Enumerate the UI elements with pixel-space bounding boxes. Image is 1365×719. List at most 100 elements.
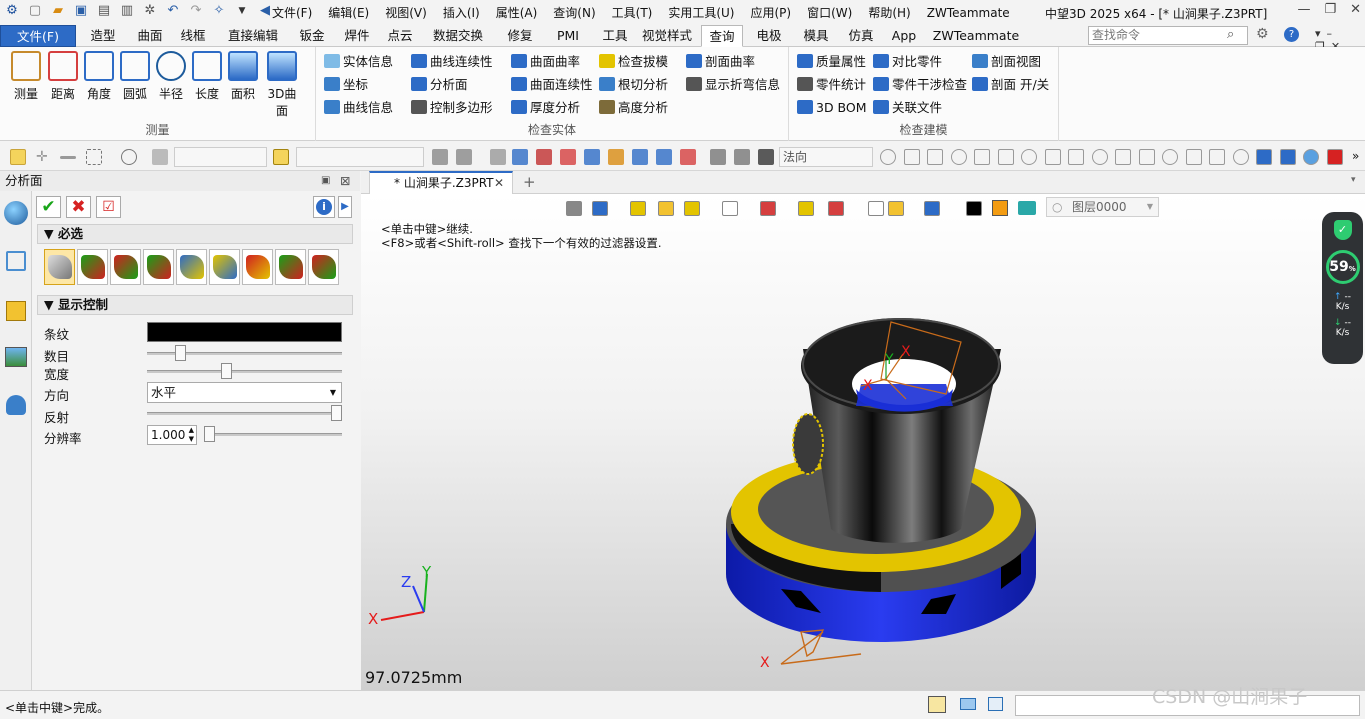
check-entity-item-8[interactable]: 厚度分析: [511, 98, 580, 118]
minus-icon[interactable]: [60, 156, 76, 159]
menu-item[interactable]: 属性(A): [488, 4, 546, 22]
analysis-type-4-button[interactable]: [176, 249, 207, 285]
check-entity-item-2[interactable]: 曲线信息: [324, 98, 393, 118]
stripe-color-swatch[interactable]: [147, 322, 342, 342]
check-entity-item-10[interactable]: 根切分析: [599, 75, 668, 95]
toolbar-tool-0-icon[interactable]: [432, 149, 448, 165]
open-file-icon[interactable]: ▰: [50, 3, 66, 19]
box-select-icon[interactable]: [86, 149, 102, 165]
cancel-button[interactable]: ✖: [66, 196, 91, 218]
app-logo-icon[interactable]: ⚙: [4, 3, 20, 19]
check-entity-item-13[interactable]: 显示折弯信息: [686, 75, 780, 95]
select-pointer-icon[interactable]: [10, 149, 26, 165]
tab-0[interactable]: 文件(F): [0, 25, 76, 47]
check-model-item-7[interactable]: 剖面 开/关: [972, 75, 1049, 95]
status-display-icon[interactable]: [960, 698, 976, 710]
resolution-slider-thumb[interactable]: [204, 426, 215, 442]
tab-18[interactable]: ZWTeammate: [927, 25, 1025, 47]
search-icon[interactable]: ⌕: [1227, 27, 1234, 42]
snap-tool-8-icon[interactable]: [1068, 149, 1084, 165]
check-entity-item-3[interactable]: 曲线连续性: [411, 52, 493, 72]
tab-14[interactable]: 电极: [747, 25, 791, 47]
resolution-slider[interactable]: [204, 426, 342, 442]
snap-tool-14-icon[interactable]: [1209, 149, 1225, 165]
analysis-type-3-button[interactable]: [143, 249, 174, 285]
tab-2[interactable]: 曲面: [130, 25, 170, 47]
tab-list-chevron-icon[interactable]: ▾: [1351, 175, 1356, 185]
help-icon[interactable]: ?: [1284, 27, 1299, 42]
new-file-icon[interactable]: ▢: [27, 3, 43, 19]
check-entity-item-9[interactable]: 检查拔模: [599, 52, 668, 72]
undo-icon[interactable]: ↶: [165, 3, 181, 19]
toolbar-tool-4-icon[interactable]: [536, 149, 552, 165]
toolbar-tool-2-icon[interactable]: [490, 149, 506, 165]
panel-close-icon[interactable]: ⊠: [340, 171, 350, 191]
menu-item[interactable]: 查询(N): [545, 4, 603, 22]
redo-icon[interactable]: ↷: [188, 3, 204, 19]
snap-tool-7-icon[interactable]: [1044, 149, 1061, 165]
measure-arc-button[interactable]: 圆弧: [117, 51, 153, 102]
restore-button[interactable]: ❐: [1324, 2, 1336, 17]
toolbar-tool-13-icon[interactable]: [758, 149, 774, 165]
check-model-item-3[interactable]: 对比零件: [873, 52, 942, 72]
image-view-icon[interactable]: [5, 347, 27, 367]
measure-angle-button[interactable]: 角度: [81, 51, 117, 102]
tab-1[interactable]: 造型: [80, 25, 126, 47]
tab-4[interactable]: 直接编辑: [218, 25, 288, 47]
check-model-item-5[interactable]: 关联文件: [873, 98, 942, 118]
user-icon[interactable]: [6, 395, 26, 415]
apply-button[interactable]: ☑: [96, 196, 121, 218]
count-slider[interactable]: [147, 345, 342, 361]
analysis-type-8-button[interactable]: [308, 249, 339, 285]
tab-11[interactable]: 工具: [596, 25, 634, 47]
toolbar-tool-12-icon[interactable]: [734, 149, 750, 165]
analysis-type-7-button[interactable]: [275, 249, 306, 285]
info-icon[interactable]: i: [313, 196, 335, 218]
regen-icon[interactable]: ✧: [211, 3, 227, 19]
expand-panel-icon[interactable]: ▶: [338, 196, 352, 218]
minimize-button[interactable]: —: [1297, 2, 1310, 17]
analysis-type-2-button[interactable]: [110, 249, 141, 285]
spin-arrows-icon[interactable]: ▲ ▼: [189, 426, 194, 444]
menu-item[interactable]: 编辑(E): [320, 4, 377, 22]
new-tab-icon[interactable]: +: [523, 173, 536, 191]
width-slider-thumb[interactable]: [221, 363, 232, 379]
check-entity-item-7[interactable]: 曲面连续性: [511, 75, 593, 95]
snap-tool-5-icon[interactable]: [997, 149, 1014, 165]
tab-5[interactable]: 钣金: [290, 25, 334, 47]
measure-area-button[interactable]: 面积: [225, 51, 261, 102]
menu-item[interactable]: 工具(T): [604, 4, 661, 22]
assembly-icon[interactable]: [6, 301, 26, 321]
tab-9[interactable]: 修复: [497, 25, 543, 47]
check-model-item-4[interactable]: 零件干涉检查: [873, 75, 967, 95]
tab-10[interactable]: PMI: [545, 25, 591, 47]
print-icon[interactable]: ▤: [96, 3, 112, 19]
analysis-type-1-button[interactable]: [77, 249, 108, 285]
measure-distance-button[interactable]: 距离: [45, 51, 81, 102]
crosshair-icon[interactable]: ✛: [36, 149, 52, 165]
status-doc-icon[interactable]: [928, 696, 946, 713]
snap-tool-11-icon[interactable]: [1138, 149, 1155, 165]
filter-value-combo[interactable]: [296, 147, 424, 167]
snap-tool-15-icon[interactable]: [1232, 149, 1249, 165]
menu-item[interactable]: 窗口(W): [799, 4, 860, 22]
measure-surface3d-button[interactable]: 3D曲面: [264, 51, 300, 119]
tab-15[interactable]: 模具: [795, 25, 837, 47]
tab-6[interactable]: 焊件: [336, 25, 378, 47]
menu-item[interactable]: 视图(V): [377, 4, 435, 22]
analysis-type-6-button[interactable]: [242, 249, 273, 285]
display-control-section-header[interactable]: ▼ 显示控制: [37, 295, 353, 315]
direction-select[interactable]: 水平 ▼: [147, 382, 342, 403]
reflect-slider[interactable]: [147, 405, 342, 421]
snap-tool-4-icon[interactable]: [974, 149, 990, 165]
toolbar-tool-11-icon[interactable]: [710, 149, 726, 165]
tab-7[interactable]: 点云: [380, 25, 420, 47]
direction-combo[interactable]: 法向: [779, 147, 873, 167]
snap-tool-3-icon[interactable]: [950, 149, 967, 165]
menu-item[interactable]: 插入(I): [435, 4, 488, 22]
check-entity-item-12[interactable]: 剖面曲率: [686, 52, 755, 72]
close-button[interactable]: ✕: [1350, 2, 1361, 17]
snap-tool-2-icon[interactable]: [927, 149, 943, 165]
snap-tool-10-icon[interactable]: [1115, 149, 1131, 165]
check-model-item-1[interactable]: 零件统计: [797, 75, 866, 95]
